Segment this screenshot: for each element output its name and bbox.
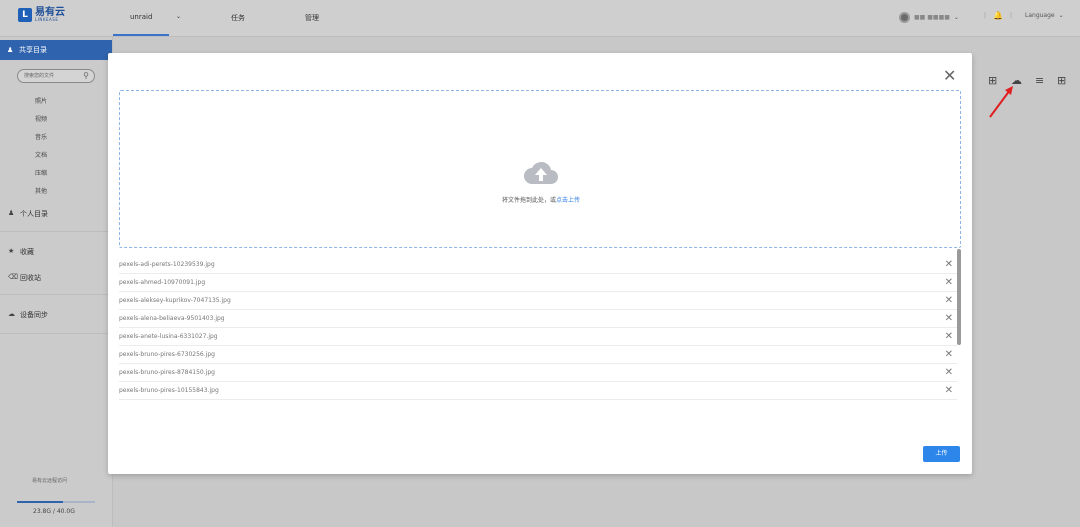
- sidebar-subitem-other[interactable]: 其他: [35, 186, 47, 195]
- sidebar-item-label: 收藏: [20, 248, 34, 256]
- sidebar-item-label: 设备同步: [20, 311, 48, 319]
- drop-text: 将文件拖到此处，或: [501, 197, 556, 204]
- cloud-upload-icon: [524, 161, 558, 184]
- sidebar-item-shared[interactable]: ♟ 共享目录: [0, 40, 112, 60]
- cloud-sync-icon: ☁: [8, 310, 15, 318]
- user-icon: ♟: [8, 209, 15, 217]
- remove-file-icon[interactable]: ✕: [945, 349, 953, 361]
- divider: [0, 294, 112, 295]
- users-icon: ♟: [7, 46, 14, 54]
- top-bar: L 易有云 LINKEASE unraid ⌄ 任务 管理 ■■ ■■■■ ⌄ …: [0, 0, 1080, 37]
- chevron-down-icon[interactable]: ⌄: [176, 13, 181, 20]
- divider: |: [984, 12, 987, 19]
- list-item: pexels-ahmed-10970091.jpg ✕: [119, 274, 957, 292]
- file-name: pexels-ahmed-10970091.jpg: [119, 279, 206, 286]
- sidebar-item-label: 个人目录: [20, 210, 48, 218]
- file-list-scrollbar[interactable]: [957, 249, 961, 345]
- remove-file-icon[interactable]: ✕: [945, 295, 953, 307]
- divider: [0, 333, 112, 334]
- star-icon: ★: [8, 247, 15, 255]
- file-name: pexels-bruno-pires-6730256.jpg: [119, 351, 215, 358]
- file-name: pexels-adi-perets-10239539.jpg: [119, 261, 215, 268]
- annotation-arrow-icon: [989, 86, 1013, 118]
- list-item: pexels-adi-perets-10239539.jpg ✕: [119, 256, 957, 274]
- language-selector[interactable]: Language ⌄: [1025, 12, 1064, 19]
- remove-file-icon[interactable]: ✕: [945, 259, 953, 271]
- upload-button[interactable]: 上传: [923, 446, 960, 462]
- drop-zone[interactable]: 将文件拖到此处，或点击上传: [119, 90, 961, 248]
- trash-icon: ⌫: [8, 273, 18, 281]
- file-name: pexels-bruno-pires-8784150.jpg: [119, 369, 215, 376]
- language-label: Language: [1025, 12, 1055, 19]
- list-item: pexels-aleksey-kuprikov-7047135.jpg ✕: [119, 292, 957, 310]
- sidebar-subitem-docs[interactable]: 文档: [35, 150, 47, 159]
- search-input[interactable]: 搜索您的文件 ⚲: [17, 69, 95, 83]
- remote-access-label[interactable]: 易有云远程访问: [32, 477, 67, 484]
- sidebar-subitem-photos[interactable]: 照片: [35, 96, 47, 105]
- user-menu[interactable]: ■■ ■■■■ ⌄: [899, 12, 959, 23]
- chevron-down-icon: ⌄: [953, 14, 959, 21]
- remove-file-icon[interactable]: ✕: [945, 367, 953, 379]
- sort-icon[interactable]: ≡: [1035, 74, 1044, 87]
- sidebar-item-label: 共享目录: [19, 46, 47, 54]
- divider: |: [1010, 12, 1013, 19]
- storage-progress-fill: [17, 501, 64, 503]
- active-tab-indicator: [113, 34, 169, 36]
- sidebar-subitem-archives[interactable]: 压缩: [35, 168, 47, 177]
- list-item: pexels-bruno-pires-10155843.jpg ✕: [119, 382, 957, 400]
- grid-view-icon[interactable]: ⊞: [1057, 74, 1066, 87]
- sidebar-item-trash[interactable]: ⌫ 回收站: [8, 273, 41, 283]
- search-placeholder: 搜索您的文件: [24, 73, 55, 79]
- remove-file-icon[interactable]: ✕: [945, 313, 953, 325]
- storage-text: 23.8G / 40.0G: [33, 508, 75, 515]
- close-icon[interactable]: ✕: [943, 68, 956, 84]
- file-name: pexels-aleksey-kuprikov-7047135.jpg: [119, 297, 231, 304]
- list-item: pexels-bruno-pires-6730256.jpg ✕: [119, 346, 957, 364]
- search-icon[interactable]: ⚲: [83, 70, 89, 81]
- click-upload-link[interactable]: 点击上传: [556, 197, 580, 204]
- remove-file-icon[interactable]: ✕: [945, 385, 953, 397]
- sidebar-item-personal[interactable]: ♟ 个人目录: [8, 209, 48, 219]
- remove-file-icon[interactable]: ✕: [945, 277, 953, 289]
- tab-unraid[interactable]: unraid: [130, 13, 152, 21]
- storage-progress: [17, 501, 95, 503]
- list-item: pexels-alena-beliaeva-9501403.jpg ✕: [119, 310, 957, 328]
- tab-tasks[interactable]: 任务: [231, 13, 245, 23]
- sidebar-subitem-music[interactable]: 音乐: [35, 132, 47, 141]
- user-name: ■■ ■■■■: [914, 14, 950, 21]
- tab-manage[interactable]: 管理: [305, 13, 319, 23]
- file-list: pexels-adi-perets-10239539.jpg ✕ pexels-a…: [119, 256, 957, 406]
- drop-instructions: 将文件拖到此处，或点击上传: [120, 195, 962, 204]
- logo-mark-icon: L: [18, 8, 32, 22]
- sidebar-item-device-sync[interactable]: ☁ 设备同步: [8, 310, 48, 320]
- upload-dialog: ✕ 将文件拖到此处，或点击上传 pexels-adi-perets-102395…: [108, 53, 972, 474]
- sidebar-subitem-videos[interactable]: 视频: [35, 114, 47, 123]
- sidebar-item-favorites[interactable]: ★ 收藏: [8, 247, 34, 257]
- bell-icon[interactable]: 🔔: [993, 11, 1003, 20]
- file-name: pexels-anete-lusina-6331027.jpg: [119, 333, 218, 340]
- sidebar-item-label: 回收站: [20, 274, 41, 282]
- app-logo[interactable]: L 易有云 LINKEASE: [18, 8, 65, 22]
- list-item: pexels-bruno-pires-8784150.jpg ✕: [119, 364, 957, 382]
- divider: [0, 231, 112, 232]
- file-name: pexels-alena-beliaeva-9501403.jpg: [119, 315, 225, 322]
- chevron-down-icon: ⌄: [1058, 12, 1064, 19]
- avatar: [899, 12, 910, 23]
- remove-file-icon[interactable]: ✕: [945, 331, 953, 343]
- sidebar: ♟ 共享目录 搜索您的文件 ⚲ 照片 视频 音乐 文档 压缩 其他 ♟ 个人目录…: [0, 37, 113, 527]
- list-item: pexels-anete-lusina-6331027.jpg ✕: [119, 328, 957, 346]
- file-name: pexels-bruno-pires-10155843.jpg: [119, 387, 219, 394]
- logo-subtitle: LINKEASE: [35, 17, 59, 22]
